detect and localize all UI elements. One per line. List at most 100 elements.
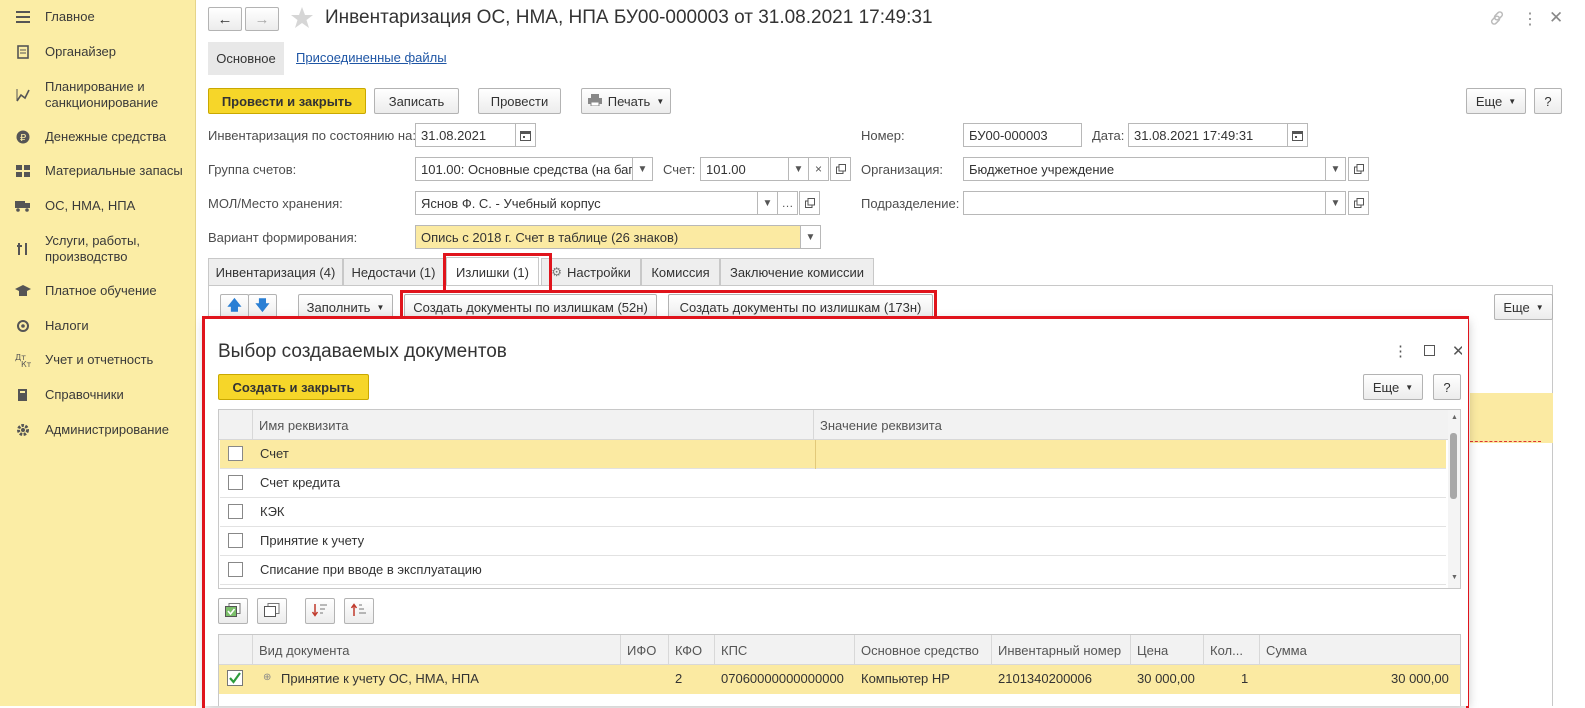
scrollbar[interactable]: ▲ ▼ <box>1448 410 1460 588</box>
dropdown-arrow-icon[interactable]: ▼ <box>1325 157 1346 181</box>
group-field[interactable]: 101.00: Основные средства (на баг <box>415 157 633 181</box>
row-checkbox[interactable] <box>228 475 243 490</box>
subnav-files-link[interactable]: Присоединенные файлы <box>296 50 447 65</box>
sidebar-item-taxes[interactable]: Налоги <box>0 317 196 335</box>
table-row[interactable]: Списание при вводе в эксплуатацию <box>220 556 1446 585</box>
back-button[interactable]: ← <box>208 7 242 31</box>
row-checkbox[interactable] <box>228 533 243 548</box>
row-checkbox[interactable] <box>228 446 243 461</box>
dropdown-arrow-icon: ▼ <box>1508 96 1517 106</box>
tab-settings[interactable]: ⚙ Настройки <box>541 258 641 285</box>
truck-icon <box>0 200 45 212</box>
props-header-value: Значение реквизита <box>820 417 942 433</box>
sidebar-item-accounting[interactable]: Дт Кт Учет и отчетность <box>0 351 196 369</box>
table-row[interactable]: Принятие к учету <box>220 527 1446 556</box>
dropdown-arrow-icon[interactable]: ▼ <box>788 157 809 181</box>
sidebar-item-services[interactable]: Услуги, работы, производство <box>0 232 196 266</box>
row-checkbox[interactable] <box>228 504 243 519</box>
prop-name: Счет кредита <box>260 475 341 490</box>
tab-conclusion[interactable]: Заключение комиссии <box>720 258 874 285</box>
sidebar-item-money[interactable]: ₽ Денежные средства <box>0 128 196 146</box>
books-icon <box>0 388 45 402</box>
props-header-check <box>219 410 253 440</box>
help-button[interactable]: ? <box>1534 88 1562 114</box>
check-all-button[interactable] <box>218 598 248 624</box>
scrollbar-thumb[interactable] <box>1450 433 1457 499</box>
dropdown-arrow-icon[interactable]: ▼ <box>757 191 778 215</box>
more-vertical-icon[interactable]: ⋮ <box>1522 9 1538 29</box>
inv-date-label: Инвентаризация по состоянию на: <box>208 128 416 143</box>
sidebar-item-stock[interactable]: Материальные запасы <box>0 162 196 180</box>
tab-commission[interactable]: Комиссия <box>641 258 720 285</box>
link-icon[interactable] <box>1488 9 1506 30</box>
calendar-icon[interactable] <box>1287 123 1308 147</box>
select-ellipsis-icon[interactable]: … <box>777 191 798 215</box>
variant-field[interactable]: Опись с 2018 г. Счет в таблице (26 знако… <box>415 225 801 249</box>
more-vertical-icon[interactable]: ⋮ <box>1393 342 1408 360</box>
scroll-down-icon[interactable]: ▼ <box>1451 574 1458 581</box>
close-icon[interactable]: ✕ <box>1549 8 1563 28</box>
org-field[interactable]: Бюджетное учреждение <box>963 157 1326 181</box>
sidebar-item-label: Органайзер <box>45 44 116 59</box>
dropdown-arrow-icon[interactable]: ▼ <box>632 157 653 181</box>
table-row[interactable]: Счет <box>220 440 1446 469</box>
docs-header-ifo: ИФО <box>621 635 669 665</box>
forward-button[interactable]: → <box>245 7 279 31</box>
sidebar-item-label: Налоги <box>45 318 89 333</box>
print-button[interactable]: Печать ▼ <box>581 88 671 114</box>
taxes-icon <box>0 319 45 333</box>
account-field[interactable]: 101.00 <box>700 157 789 181</box>
print-label: Печать <box>607 93 651 109</box>
dropdown-arrow-icon[interactable]: ▼ <box>1325 191 1346 215</box>
create-close-button[interactable]: Создать и закрыть <box>218 374 369 400</box>
expand-icon[interactable]: ⊕ <box>263 672 271 683</box>
open-icon[interactable] <box>1348 191 1369 215</box>
open-icon[interactable] <box>799 191 820 215</box>
row-checkbox[interactable] <box>228 562 243 577</box>
table-row[interactable]: ⊕ Принятие к учету ОС, НМА, НПА 2 070600… <box>219 665 1460 694</box>
org-label: Организация: <box>861 162 944 177</box>
sidebar-item-references[interactable]: Справочники <box>0 386 196 404</box>
maximize-icon[interactable] <box>1424 345 1435 356</box>
sidebar-item-main[interactable]: Главное <box>0 8 196 26</box>
sort-desc-button[interactable] <box>305 598 335 624</box>
sidebar: Главное Органайзер Планирование и санкци… <box>0 0 196 706</box>
sidebar-item-education[interactable]: Платное обучение <box>0 282 196 300</box>
number-field[interactable]: БУ00-000003 <box>963 123 1082 147</box>
more-button[interactable]: Еще ▼ <box>1466 88 1526 114</box>
open-icon[interactable] <box>1348 157 1369 181</box>
tab-inventory[interactable]: Инвентаризация (4) <box>208 258 343 285</box>
sidebar-item-assets[interactable]: ОС, НМА, НПА <box>0 197 196 215</box>
education-icon <box>0 285 45 297</box>
post-close-button[interactable]: Провести и закрыть <box>208 88 366 114</box>
date-field[interactable]: 31.08.2021 17:49:31 <box>1128 123 1288 147</box>
sort-asc-button[interactable] <box>344 598 374 624</box>
save-button[interactable]: Записать <box>374 88 459 114</box>
calendar-icon[interactable] <box>515 123 536 147</box>
tab-shortages[interactable]: Недостачи (1) <box>343 258 444 285</box>
dropdown-arrow-icon[interactable]: ▼ <box>800 225 821 249</box>
tab-more-button[interactable]: Еще ▼ <box>1494 294 1553 320</box>
inv-date-field[interactable]: 31.08.2021 <box>415 123 516 147</box>
scroll-up-icon[interactable]: ▲ <box>1451 414 1458 421</box>
row-checkbox[interactable] <box>227 670 244 687</box>
post-button[interactable]: Провести <box>478 88 561 114</box>
table-row[interactable]: КЭК <box>220 498 1446 527</box>
dept-field[interactable] <box>963 191 1326 215</box>
doc-kfo: 2 <box>675 671 683 686</box>
table-row[interactable]: Счет кредита <box>220 469 1446 498</box>
clear-icon[interactable]: × <box>808 157 829 181</box>
dialog-more-button[interactable]: Еще ▼ <box>1363 374 1423 400</box>
doc-kps: 07060000000000000 <box>721 671 844 686</box>
uncheck-all-button[interactable] <box>257 598 287 624</box>
star-icon[interactable] <box>290 6 314 33</box>
sidebar-item-planning[interactable]: Планирование и санкционирование <box>0 78 196 112</box>
subnav-main[interactable]: Основное <box>208 42 284 75</box>
date-label: Дата: <box>1092 128 1125 143</box>
doc-price: 30 000,00 <box>1137 671 1195 686</box>
mol-field[interactable]: Яснов Ф. С. - Учебный корпус <box>415 191 758 215</box>
sidebar-item-organizer[interactable]: Органайзер <box>0 43 196 61</box>
dialog-help-button[interactable]: ? <box>1433 374 1461 400</box>
sidebar-item-admin[interactable]: Администрирование <box>0 421 196 439</box>
open-icon[interactable] <box>830 157 851 181</box>
